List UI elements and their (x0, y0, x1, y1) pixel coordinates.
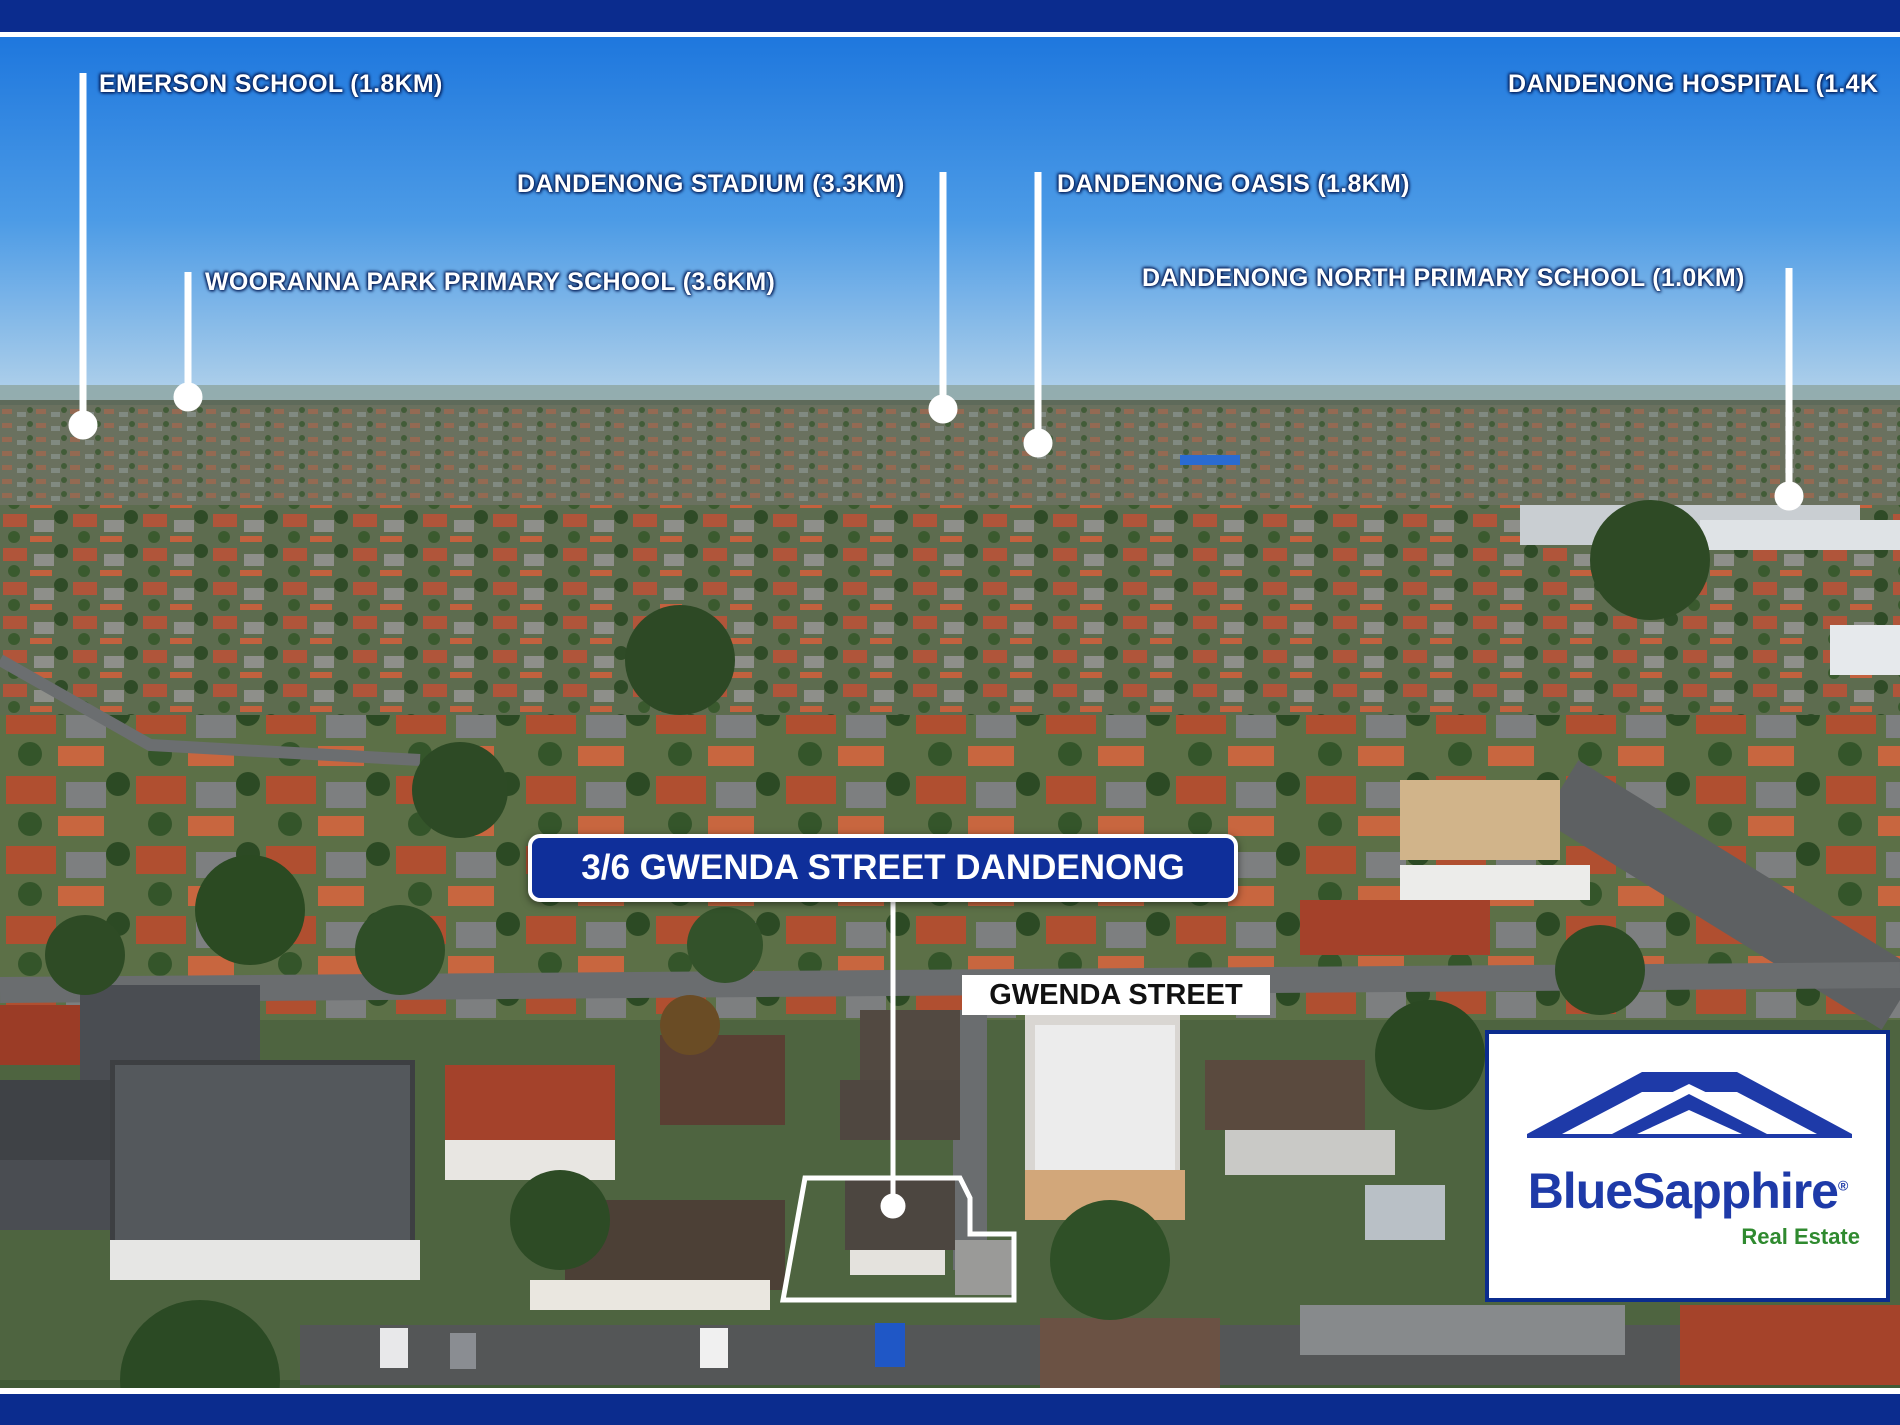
poi-label-wooranna-park-primary: WOORANNA PARK PRIMARY SCHOOL (3.6KM) (205, 268, 776, 296)
poi-label-emerson-school: EMERSON SCHOOL (1.8KM) (99, 70, 443, 98)
agency-logo-card: BlueSapphire® Real Estate (1485, 1030, 1890, 1302)
top-frame-band (0, 0, 1900, 32)
aerial-listing-photo: EMERSON SCHOOL (1.8KM) WOORANNA PARK PRI… (0, 0, 1900, 1425)
poi-label-dandenong-oasis: DANDENONG OASIS (1.8KM) (1057, 170, 1410, 198)
logo-tagline: Real Estate (1741, 1224, 1860, 1249)
poi-label-dandenong-hospital: DANDENONG HOSPITAL (1.4K (1508, 70, 1879, 98)
house-roof-logo-icon (1527, 1072, 1852, 1138)
top-frame-stripe (0, 32, 1900, 37)
poi-label-dandenong-stadium: DANDENONG STADIUM (3.3KM) (517, 170, 905, 198)
bottom-frame-band (0, 1394, 1900, 1425)
logo-brand-name: BlueSapphire® (1527, 1163, 1849, 1219)
street-name-label: GWENDA STREET (962, 975, 1270, 1015)
registered-mark: ® (1837, 1177, 1848, 1194)
poi-label-dandenong-north-primary: DANDENONG NORTH PRIMARY SCHOOL (1.0KM) (1142, 264, 1745, 292)
property-address-callout: 3/6 GWENDA STREET DANDENONG (528, 834, 1238, 902)
